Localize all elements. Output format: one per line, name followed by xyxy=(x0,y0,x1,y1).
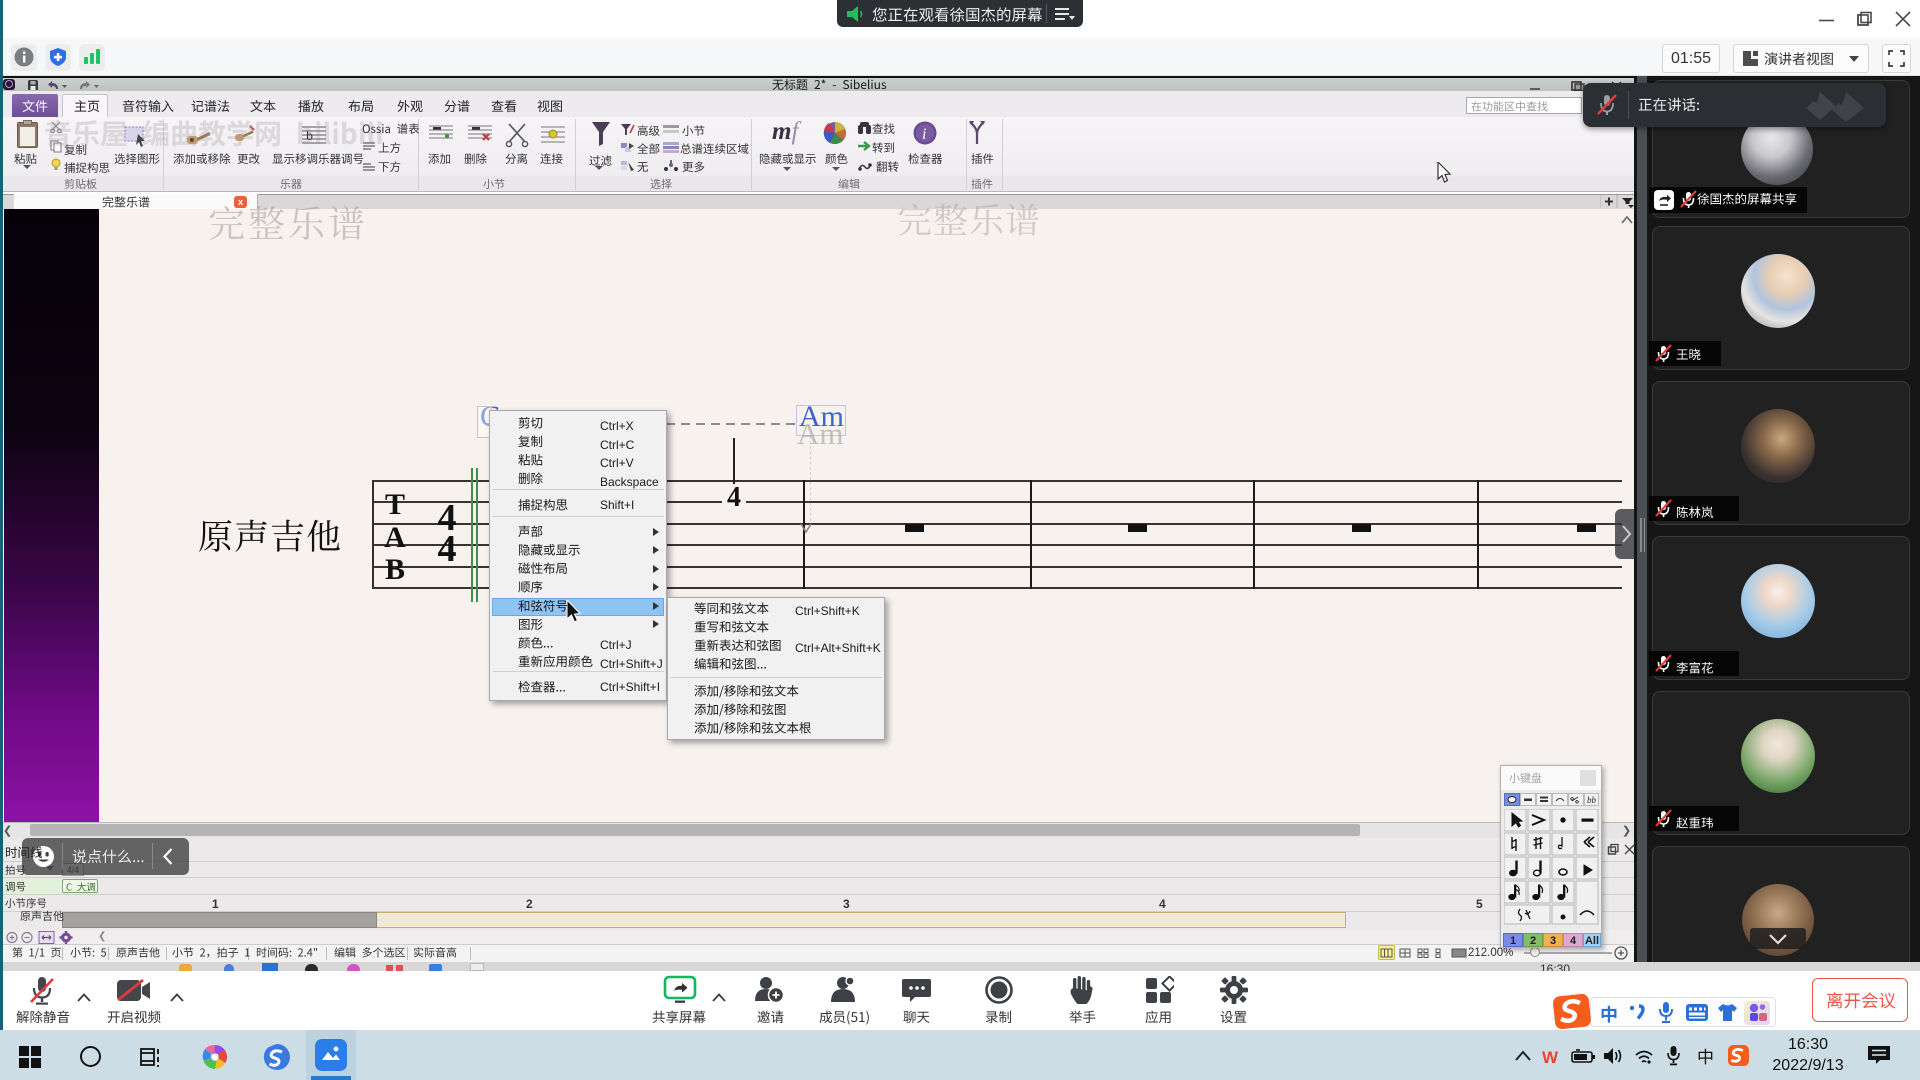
svg-text:W: W xyxy=(1542,1048,1559,1066)
svg-text:b: b xyxy=(306,129,313,144)
svg-text:i: i xyxy=(922,126,926,143)
svg-text:bb: bb xyxy=(1587,795,1597,805)
